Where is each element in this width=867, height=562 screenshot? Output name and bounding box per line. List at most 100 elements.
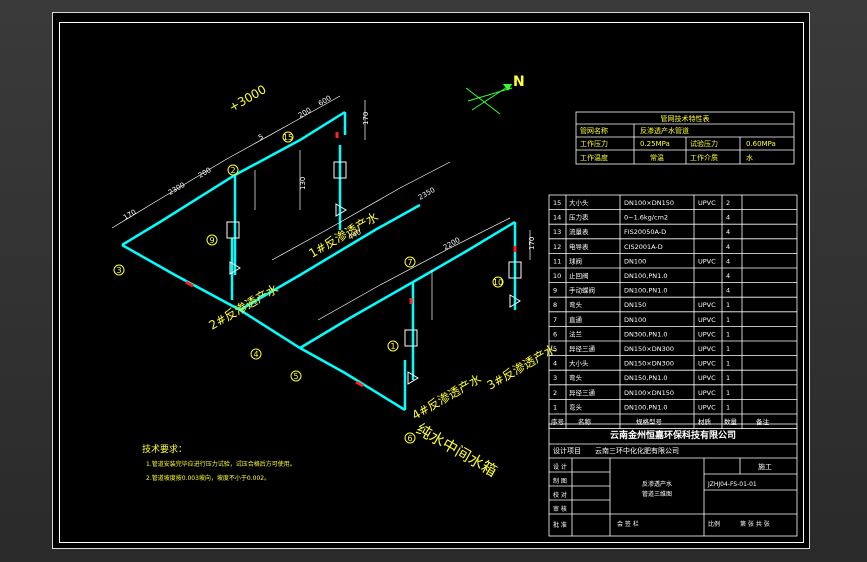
bom-cell: 12	[553, 243, 561, 251]
notes-line-1: 1.管道安装完毕应进行压力试验，试压合格后方可使用。	[146, 460, 296, 468]
bom-cell: DN100×DN150	[624, 389, 674, 397]
title-row-label: 审 核	[553, 505, 567, 513]
dim-2350: 2350	[417, 186, 436, 202]
dim-170c: 170	[528, 237, 536, 250]
bom-cell: DN150,PN1.0	[624, 374, 667, 382]
bom-cell: 1	[726, 360, 730, 368]
north-arrow: N	[465, 74, 525, 115]
title-row-label: 制 图	[553, 477, 567, 485]
label-pipe-4: 4#反渗透产水	[409, 371, 484, 423]
dim-170a: 170	[122, 208, 138, 222]
bom-cell: 直通	[569, 315, 583, 324]
bom-cell: 4	[726, 287, 730, 295]
spec-cell: 工作压力	[580, 139, 608, 148]
label-clean-water: 纯水中间水箱	[413, 420, 500, 481]
title-row-label: 校 对	[553, 491, 567, 499]
spec-cell: 反渗透产水管道	[640, 126, 689, 135]
bom-cell: DN300,PN1.0	[624, 330, 667, 338]
spec-table-text: 管网技术特性表 管网名称 反渗透产水管道 工作压力 0.25MPa 试验压力 0…	[580, 114, 776, 162]
bom-cell: UPVC	[698, 330, 716, 338]
spec-cell: 工作温度	[580, 153, 608, 162]
bom-cell: 1	[553, 403, 557, 411]
bom-cell: 2	[553, 389, 557, 397]
bom-cell: DN100	[624, 257, 646, 265]
bom-cell: FIS20050A-D	[624, 228, 666, 236]
bom-cell: 4	[726, 214, 730, 222]
callout-5: 5	[293, 372, 298, 381]
dim-200b: 200	[297, 106, 313, 120]
project-label: 设计项目	[553, 446, 581, 455]
bom-cell: 4	[726, 228, 730, 236]
dimension-numbers: 170 2300 200 5 200 600 170 130 440 2350 …	[122, 94, 536, 252]
bom-cell: 手动蝶阀	[569, 286, 595, 295]
spec-cell: 试验压力	[690, 139, 718, 148]
bom-cell: DN150×DN300	[624, 345, 674, 353]
bom-cell: 电导表	[569, 242, 589, 251]
bom-cell: UPVC	[698, 199, 716, 207]
dim-130: 130	[299, 177, 307, 190]
drawing-name-1: 反渗透产水	[642, 480, 672, 488]
bom-cell: 5	[553, 345, 557, 353]
bom-cell: 8	[553, 301, 557, 309]
bom-cell: 弯头	[569, 300, 583, 309]
countersign-label: 会 签 栏	[617, 520, 639, 528]
company-name: 云南金州恒嘉环保科技有限公司	[610, 429, 736, 441]
bom-cell: 大小头	[569, 198, 589, 207]
bom-cell: 球阀	[569, 256, 582, 265]
bom-header-cell: 序号	[551, 417, 565, 426]
cad-viewport[interactable]: N +3000 3 2 15 4 5 6 7 9 1 10 170 2300 2…	[0, 0, 867, 562]
bom-header-cell: 名称	[578, 417, 592, 426]
spec-cell: 0.60MPa	[746, 140, 776, 148]
dim-2200: 2200	[442, 236, 461, 252]
title-row-label: 批 准	[553, 521, 567, 529]
bom-cell: 4	[726, 243, 730, 251]
callout-4: 4	[253, 350, 258, 359]
bom-cell: 法兰	[569, 329, 583, 338]
bom-header-cell: 规格型号	[636, 417, 663, 426]
dim-5: 5	[257, 133, 265, 142]
bom-cell: DN100	[624, 316, 646, 324]
bom-cell: 1	[726, 345, 730, 353]
dim-200: 200	[197, 166, 213, 180]
notes-line-2: 2.管道坡度按0.003坡向，坡度不小于0.002。	[146, 474, 270, 482]
bom-cell: 7	[553, 316, 557, 324]
bom-header-cell: 数量	[724, 417, 738, 426]
bom-cell: DN150	[624, 301, 646, 309]
bom-cell: UPVC	[698, 257, 716, 265]
bom-cell: UPVC	[698, 389, 716, 397]
bom-cell: DN150×DN300	[624, 360, 674, 368]
bom-cell: 10	[553, 272, 561, 280]
spec-cell: 管网名称	[580, 126, 608, 135]
bom-header-cell: 备注	[756, 417, 770, 426]
phase: 施工	[758, 462, 772, 471]
bom-cell: 异径三通	[569, 388, 596, 397]
piping-diagram: N +3000 3 2 15 4 5 6 7 9 1 10 170 2300 2…	[111, 74, 798, 537]
bom-cell: 9	[553, 287, 557, 295]
spec-cell: 水	[746, 153, 753, 162]
bom-cell: 1	[726, 374, 730, 382]
spec-cell: 0.25MPa	[640, 140, 670, 148]
callout-7: 7	[407, 258, 412, 267]
bom-cell: 1	[726, 330, 730, 338]
bom-cell: UPVC	[698, 301, 716, 309]
callout-15: 15	[283, 133, 293, 142]
bom-cell: 压力表	[569, 213, 589, 222]
bom-cell: 4	[726, 272, 730, 280]
bom-cell: 3	[553, 374, 557, 382]
label-pipe-3: 3#反渗透产水	[484, 341, 559, 393]
callout-2: 2	[230, 166, 235, 175]
bom-cell: 1	[726, 301, 730, 309]
bom-cell: UPVC	[698, 360, 716, 368]
bom-cell: 流量表	[569, 227, 589, 236]
bom-cell: 止回阀	[569, 271, 589, 280]
valve-symbols	[226, 161, 522, 385]
bom-cell: CIS2001A-D	[624, 243, 663, 251]
north-label: N	[513, 74, 525, 90]
drawing-name-2: 管道三维图	[642, 490, 672, 498]
bom-cell: UPVC	[698, 374, 716, 382]
project-name: 云南三环中化化肥有限公司	[595, 446, 679, 455]
bom-cell: DN100×DN150	[624, 199, 674, 207]
bom-cell: 4	[726, 257, 730, 265]
spec-cell: 工作介质	[690, 153, 718, 162]
bom-cell: 11	[553, 257, 561, 265]
